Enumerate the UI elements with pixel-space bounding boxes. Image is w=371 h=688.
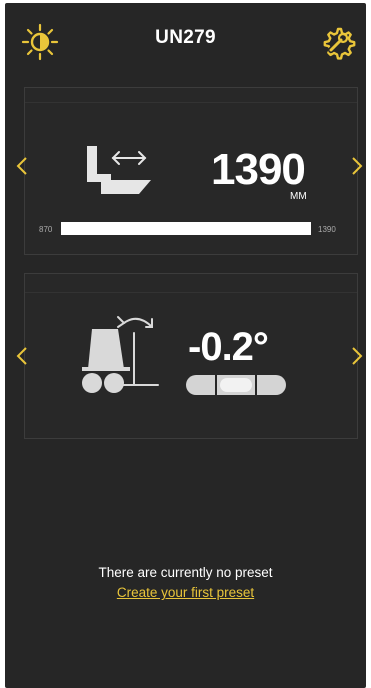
tilt-next-arrow[interactable] <box>351 346 363 366</box>
width-range-bar <box>61 222 311 235</box>
create-preset-link[interactable]: Create your first preset <box>5 585 366 600</box>
range-max-label: 1390 <box>318 225 336 234</box>
width-range-fill <box>61 222 311 235</box>
spirit-level-icon <box>186 373 286 402</box>
boom-width-icon <box>83 144 153 201</box>
width-prev-arrow[interactable] <box>16 156 28 176</box>
header-bar: UN279 <box>5 3 366 75</box>
no-preset-message: There are currently no preset <box>98 565 273 580</box>
machine-tilt-icon <box>78 309 162 402</box>
tilt-prev-arrow[interactable] <box>16 346 28 366</box>
divider <box>25 292 357 293</box>
width-unit: MM <box>290 191 307 202</box>
divider <box>25 102 357 103</box>
width-value: 1390 <box>211 145 306 194</box>
page-title: UN279 <box>155 27 216 48</box>
app-screen: UN279 1390 MM 870 1390 -0.2° There are c… <box>5 3 366 688</box>
range-min-label: 870 <box>39 225 53 234</box>
settings-wrench-icon[interactable] <box>320 25 356 61</box>
tilt-value: -0.2° <box>188 325 269 369</box>
width-next-arrow[interactable] <box>351 156 363 176</box>
